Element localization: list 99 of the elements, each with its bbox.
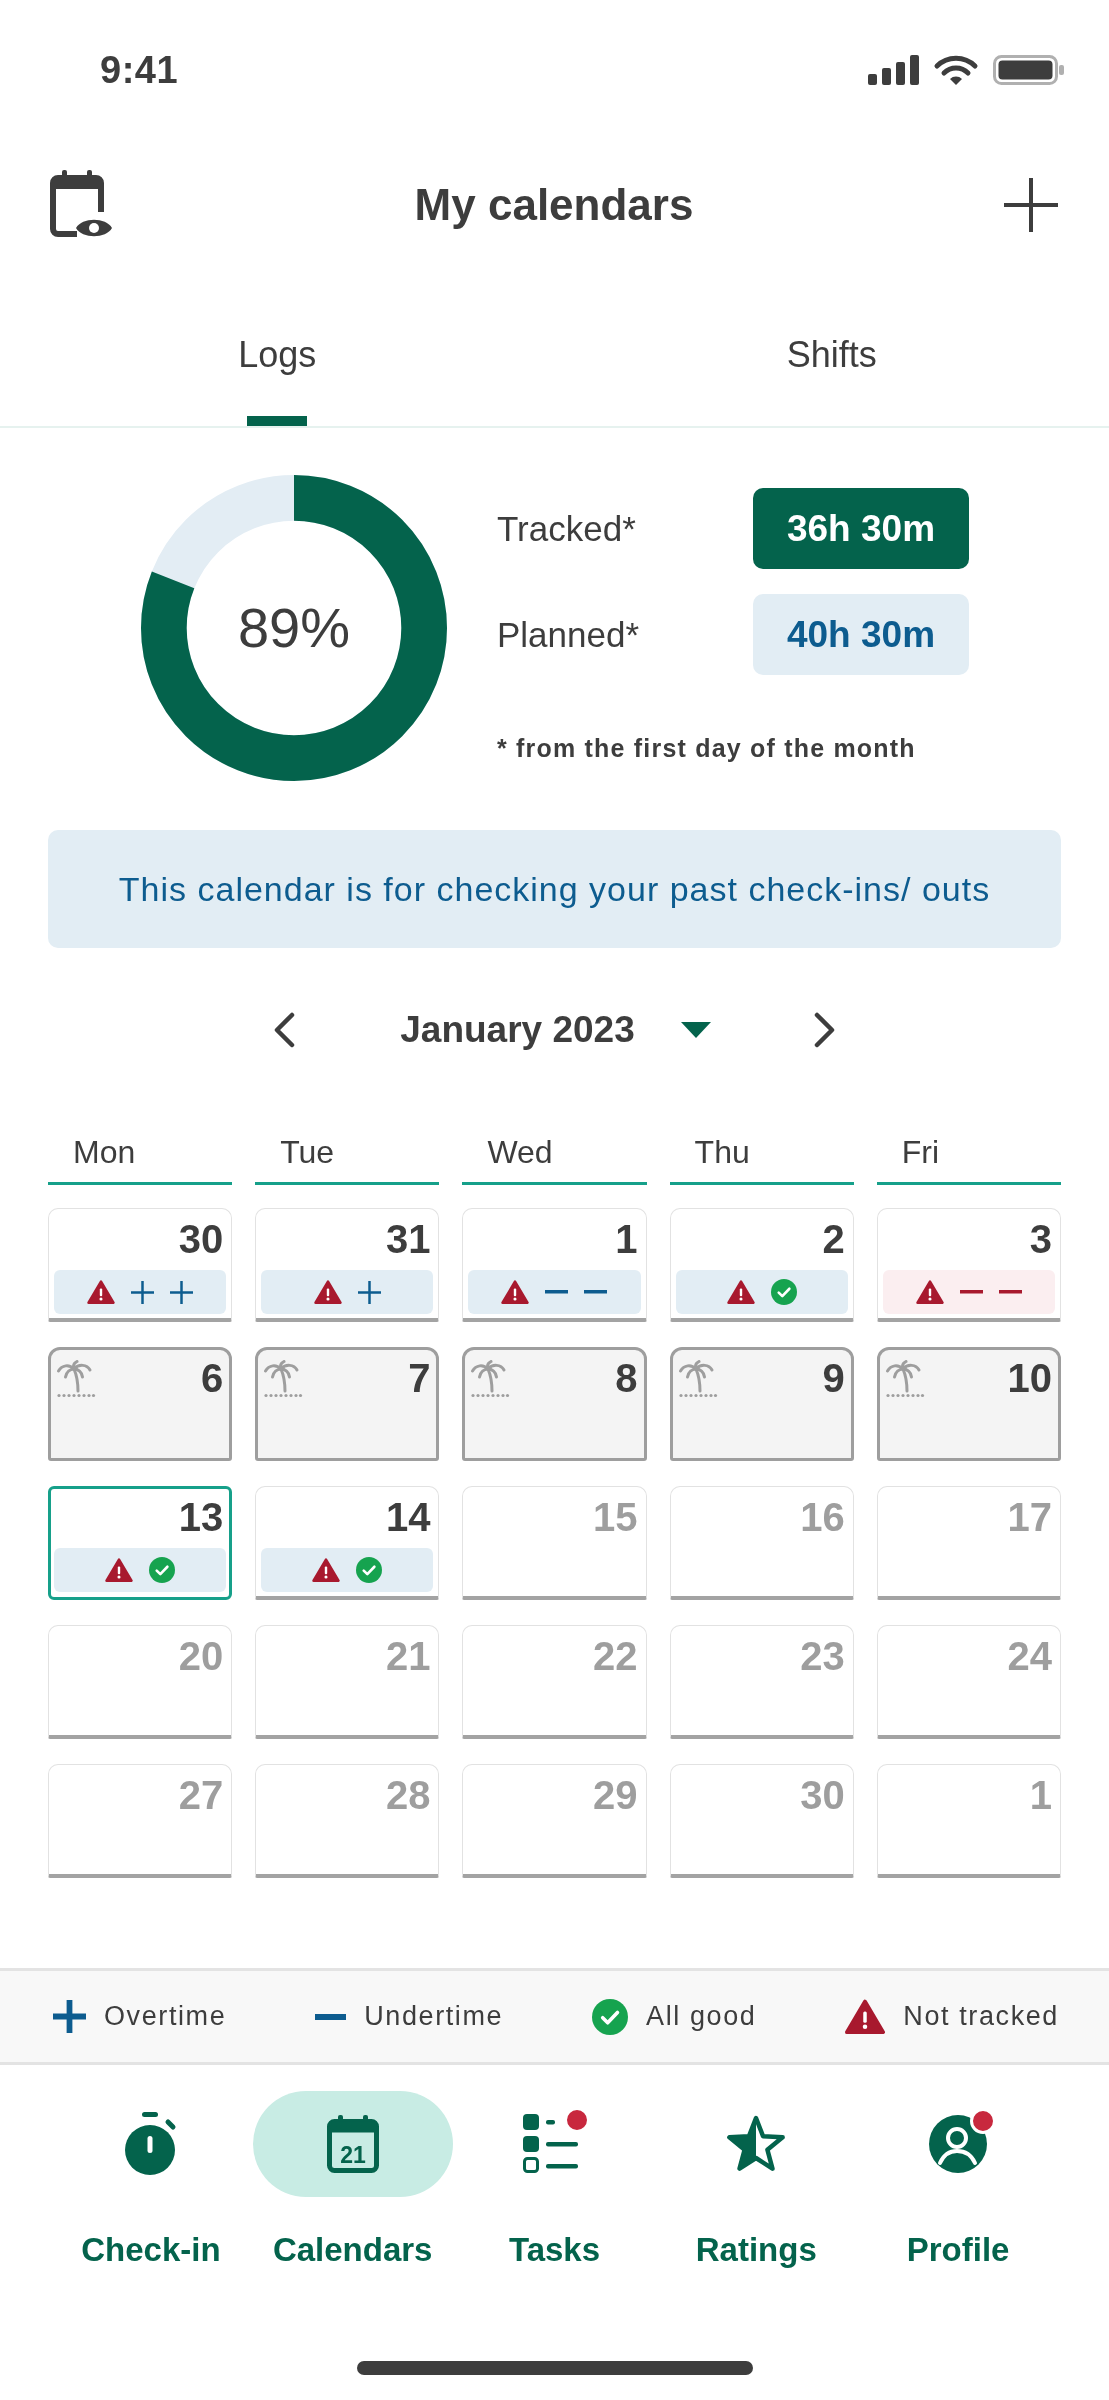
day-cell[interactable]: 6 bbox=[48, 1347, 233, 1461]
info-banner: This calendar is for checking your past check-ins/ outs bbox=[48, 830, 1061, 948]
check-icon bbox=[356, 1557, 383, 1583]
calendar-view-icon[interactable] bbox=[50, 170, 114, 240]
footnote: * from the first day of the month bbox=[497, 733, 917, 763]
plus-icon bbox=[170, 1280, 194, 1304]
nav-tab[interactable]: Ratings bbox=[655, 2091, 858, 2270]
nav-tab[interactable]: Tasks bbox=[453, 2091, 656, 2270]
day-cell[interactable]: 3 bbox=[876, 1208, 1061, 1322]
day-cell[interactable]: 1 bbox=[462, 1208, 647, 1322]
warning-icon bbox=[845, 1999, 886, 2034]
day-cell[interactable]: 31 bbox=[255, 1208, 440, 1322]
next-month-icon[interactable] bbox=[812, 1012, 837, 1048]
stat-label: Planned* bbox=[497, 613, 641, 656]
legend-label: Not tracked bbox=[903, 2001, 1059, 2032]
day-number: 31 bbox=[385, 1219, 432, 1259]
minus-icon bbox=[584, 1290, 608, 1294]
page-title: My calendars bbox=[414, 179, 694, 231]
day-number: 21 bbox=[385, 1636, 432, 1676]
plus-icon bbox=[357, 1280, 381, 1304]
minus-icon bbox=[998, 1290, 1022, 1294]
day-cell[interactable]: 14 bbox=[255, 1486, 440, 1600]
previous-month-icon[interactable] bbox=[272, 1012, 297, 1048]
check-icon bbox=[149, 1557, 176, 1583]
day-number: 14 bbox=[385, 1497, 432, 1537]
day-number: 30 bbox=[178, 1219, 225, 1259]
day-number: 8 bbox=[615, 1358, 639, 1398]
percent-reading: 89% bbox=[237, 596, 351, 660]
day-cell[interactable]: 30 bbox=[48, 1208, 233, 1322]
day-number: 20 bbox=[178, 1636, 225, 1676]
weekday-label: Tue bbox=[280, 1134, 335, 1170]
nav-tab[interactable]: Profile bbox=[857, 2091, 1059, 2270]
day-number: 7 bbox=[408, 1358, 432, 1398]
day-number: 2 bbox=[822, 1219, 846, 1259]
minus-icon bbox=[315, 2013, 347, 2020]
profile-icon bbox=[928, 2114, 989, 2174]
hours-badge: 36h 30m bbox=[753, 488, 969, 569]
day-cell[interactable]: 7 bbox=[255, 1347, 440, 1461]
add-icon[interactable] bbox=[1004, 178, 1058, 232]
signal-icon bbox=[868, 55, 919, 85]
day-number: 30 bbox=[800, 1775, 846, 1815]
day-number: 27 bbox=[178, 1775, 225, 1815]
caret-icon bbox=[680, 1022, 711, 1038]
check-icon bbox=[770, 1279, 797, 1305]
warning-icon bbox=[915, 1280, 944, 1304]
plus-icon bbox=[131, 1280, 155, 1304]
warning-icon bbox=[313, 1280, 342, 1304]
day-number: 1 bbox=[1029, 1775, 1053, 1815]
battery-icon bbox=[993, 55, 1064, 85]
day-number: 24 bbox=[1007, 1636, 1053, 1676]
palm-tree-icon bbox=[884, 1360, 925, 1398]
legend-label: All good bbox=[646, 2001, 757, 2032]
day-cell[interactable]: 8 bbox=[462, 1347, 647, 1461]
nav-tab[interactable]: Check-in bbox=[50, 2091, 252, 2270]
day-number: 17 bbox=[1007, 1497, 1053, 1537]
day-number: 6 bbox=[200, 1358, 225, 1398]
day-cell[interactable]: 2 bbox=[669, 1208, 854, 1322]
day-number: 22 bbox=[593, 1636, 639, 1676]
wifi-icon bbox=[933, 54, 979, 86]
status-time: 9:41 bbox=[100, 48, 179, 92]
day-number: 28 bbox=[385, 1775, 432, 1815]
day-number: 13 bbox=[178, 1497, 225, 1537]
warning-icon bbox=[105, 1558, 134, 1582]
day-cell[interactable]: 10 bbox=[876, 1347, 1061, 1461]
minus-icon bbox=[545, 1290, 569, 1294]
palm-tree-icon bbox=[263, 1360, 304, 1398]
palm-tree-icon bbox=[56, 1360, 96, 1398]
palm-tree-icon bbox=[470, 1360, 511, 1398]
day-cell[interactable]: 13 bbox=[48, 1486, 233, 1600]
stat-label: Tracked* bbox=[497, 507, 637, 550]
warning-icon bbox=[312, 1558, 341, 1582]
weekday-label: Wed bbox=[487, 1134, 553, 1170]
weekday-label: Thu bbox=[694, 1134, 750, 1170]
day-number: 23 bbox=[800, 1636, 846, 1676]
warning-icon bbox=[726, 1280, 755, 1304]
legend-label: Overtime bbox=[104, 2001, 227, 2032]
tab[interactable]: Shifts bbox=[554, 270, 1109, 426]
palm-tree-icon bbox=[677, 1360, 718, 1398]
warning-icon bbox=[87, 1280, 116, 1304]
day-number: 29 bbox=[593, 1775, 639, 1815]
nav-tab[interactable]: 21 Calendars bbox=[251, 2091, 454, 2270]
plus-icon bbox=[53, 2000, 86, 2033]
day-number: 9 bbox=[822, 1358, 846, 1398]
minus-icon bbox=[959, 1290, 983, 1294]
legend-label: Undertime bbox=[364, 2001, 504, 2032]
day-number: 15 bbox=[593, 1497, 639, 1537]
weekday-label: Fri bbox=[901, 1134, 940, 1170]
day-number: 10 bbox=[1007, 1358, 1053, 1398]
stopwatch-icon bbox=[123, 2112, 178, 2176]
star-icon bbox=[726, 2115, 787, 2173]
weekday-label: Mon bbox=[73, 1134, 136, 1170]
hours-badge: 40h 30m bbox=[753, 594, 969, 675]
warning-icon bbox=[501, 1280, 530, 1304]
day-number: 16 bbox=[800, 1497, 846, 1537]
month-dropdown[interactable]: January 2023 bbox=[400, 1008, 711, 1052]
check-icon bbox=[592, 1998, 629, 2035]
day-number: 3 bbox=[1029, 1219, 1053, 1259]
day-number: 1 bbox=[615, 1219, 639, 1259]
day-cell[interactable]: 9 bbox=[669, 1347, 854, 1461]
